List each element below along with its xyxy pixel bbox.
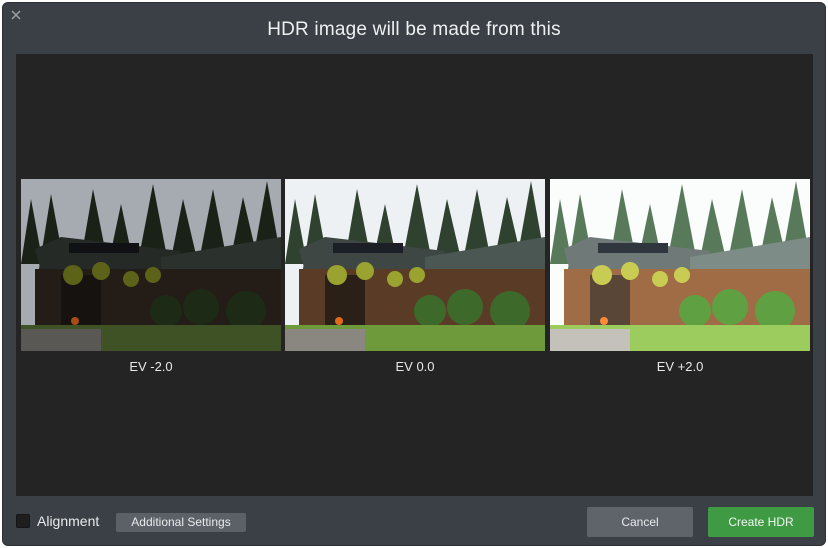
alignment-label: Alignment [37, 513, 100, 529]
additional-settings-button[interactable]: Additional Settings [116, 513, 246, 532]
ev-label: EV +2.0 [656, 359, 704, 374]
thumbnail-image [550, 179, 810, 351]
dialog-title: HDR image will be made from this [267, 19, 561, 40]
preview-area: EV -2.0 EV 0.0 EV +2.0 [16, 54, 813, 496]
thumbnail-image [285, 179, 545, 351]
alignment-checkbox[interactable]: Alignment [16, 513, 99, 529]
cancel-button[interactable]: Cancel [587, 507, 693, 537]
thumbnail-image [21, 179, 281, 351]
frame-ev-zero[interactable]: EV 0.0 [285, 179, 545, 374]
frame-ev-minus[interactable]: EV -2.0 [21, 179, 281, 374]
create-hdr-button[interactable]: Create HDR [708, 507, 814, 537]
frame-ev-plus[interactable]: EV +2.0 [550, 179, 810, 374]
ev-label: EV -2.0 [129, 359, 173, 374]
checkbox-box[interactable] [16, 514, 30, 528]
ev-label: EV 0.0 [395, 359, 435, 374]
hdr-dialog: HDR image will be made from this EV -2.0… [2, 2, 826, 546]
